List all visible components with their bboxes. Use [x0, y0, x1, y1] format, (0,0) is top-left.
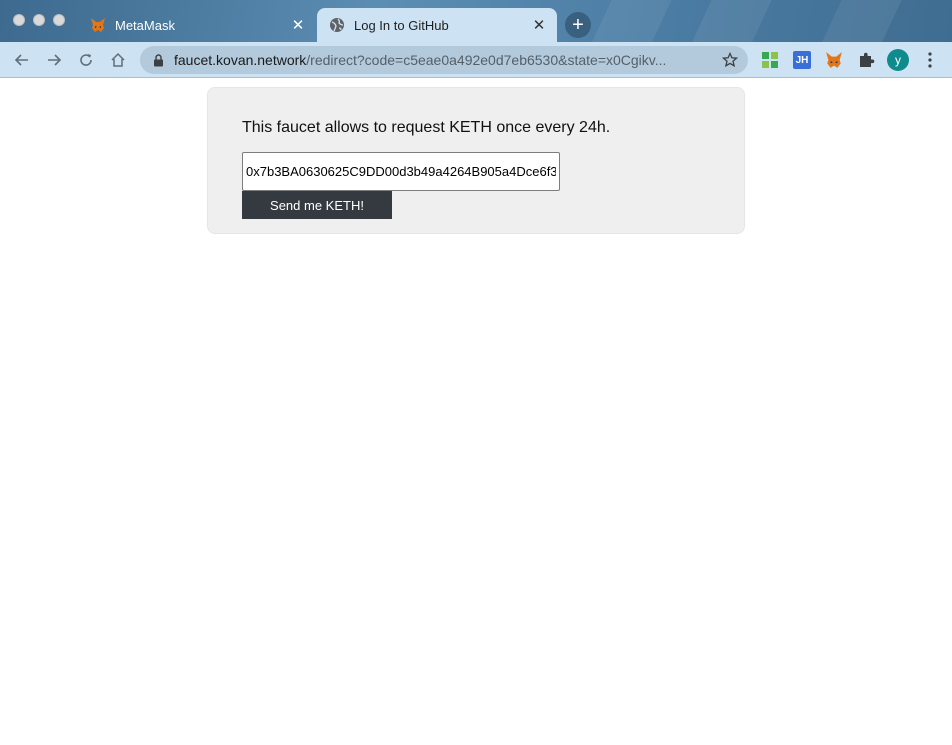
- profile-avatar[interactable]: y: [887, 49, 909, 71]
- close-tab-icon[interactable]: ✕: [290, 17, 306, 33]
- minimize-window-button[interactable]: [33, 14, 45, 26]
- puzzle-icon[interactable]: [857, 51, 875, 69]
- send-keth-button[interactable]: Send me KETH!: [242, 191, 392, 219]
- window-titlebar: MetaMask ✕ Log In to GitHub ✕ +: [0, 0, 952, 42]
- home-icon[interactable]: [108, 50, 128, 70]
- forward-arrow-icon[interactable]: [44, 50, 64, 70]
- titlebar-decoration: [809, 0, 911, 42]
- close-tab-icon[interactable]: ✕: [531, 17, 547, 33]
- faucet-card: This faucet allows to request KETH once …: [207, 87, 745, 234]
- titlebar-decoration: [579, 0, 681, 42]
- tab-title: Log In to GitHub: [354, 17, 449, 33]
- url-host: faucet.kovan.network: [174, 52, 307, 68]
- address-bar-url[interactable]: faucet.kovan.network/redirect?code=c5eae…: [174, 52, 709, 68]
- globe-icon: [329, 17, 345, 33]
- new-tab-button[interactable]: +: [565, 12, 591, 38]
- back-arrow-icon[interactable]: [12, 50, 32, 70]
- address-bar[interactable]: faucet.kovan.network/redirect?code=c5eae…: [140, 46, 748, 74]
- tab-github-login[interactable]: Log In to GitHub ✕: [317, 8, 557, 42]
- url-path: /redirect?code=c5eae0a492e0d7eb6530&stat…: [306, 52, 667, 68]
- tab-title: MetaMask: [115, 17, 175, 33]
- bookmark-star-icon[interactable]: [722, 52, 738, 68]
- faucet-description: This faucet allows to request KETH once …: [242, 119, 611, 136]
- lock-icon[interactable]: [152, 53, 164, 67]
- tab-metamask[interactable]: MetaMask ✕: [78, 8, 316, 42]
- metamask-extension-icon[interactable]: [825, 51, 843, 69]
- browser-toolbar: faucet.kovan.network/redirect?code=c5eae…: [0, 42, 952, 78]
- metamask-fox-icon: [90, 17, 106, 33]
- jh-extension-icon[interactable]: JH: [793, 51, 811, 69]
- wallet-address-input[interactable]: [242, 152, 560, 191]
- titlebar-decoration: [679, 0, 781, 42]
- reload-icon[interactable]: [76, 50, 96, 70]
- close-window-button[interactable]: [13, 14, 25, 26]
- more-menu-icon[interactable]: [924, 50, 936, 70]
- grid-extension-icon[interactable]: [761, 51, 779, 69]
- maximize-window-button[interactable]: [53, 14, 65, 26]
